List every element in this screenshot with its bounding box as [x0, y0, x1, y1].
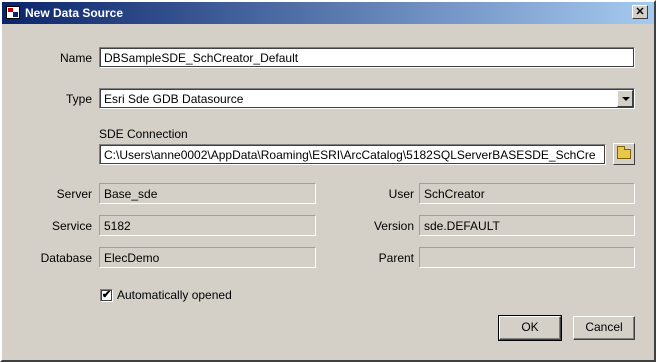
cancel-button[interactable]: Cancel	[573, 316, 635, 340]
name-input[interactable]: DBSampleSDE_SchCreator_Default	[99, 47, 635, 68]
database-label: Database	[40, 251, 92, 265]
service-label: Service	[51, 219, 92, 233]
new-data-source-dialog: New Data Source ✕ Name DBSampleSDE_SchCr…	[0, 0, 656, 362]
service-field: 5182	[99, 215, 316, 236]
app-icon	[6, 6, 20, 19]
sde-connection-label: SDE Connection	[99, 127, 188, 141]
type-select-value: Esri Sde GDB Datasource	[104, 92, 244, 106]
server-label: Server	[56, 187, 92, 201]
version-field: sde.DEFAULT	[419, 215, 635, 236]
name-label: Name	[59, 51, 92, 65]
automatically-opened-label: Automatically opened	[117, 288, 232, 302]
parent-label: Parent	[378, 251, 414, 265]
chevron-down-icon[interactable]	[617, 90, 633, 107]
sde-connection-input[interactable]: C:\Users\anne0002\AppData\Roaming\ESRI\A…	[99, 144, 606, 165]
type-label: Type	[65, 92, 92, 106]
type-select[interactable]: Esri Sde GDB Datasource	[99, 88, 635, 109]
automatically-opened-checkbox[interactable]: ✔	[100, 289, 113, 302]
browse-button[interactable]	[613, 143, 635, 165]
database-field: ElecDemo	[99, 247, 316, 268]
window-title: New Data Source	[25, 6, 124, 20]
ok-button[interactable]: OK	[498, 315, 562, 341]
server-field: Base_sde	[99, 183, 316, 204]
user-label: User	[388, 187, 414, 201]
title-bar[interactable]: New Data Source ✕	[2, 2, 654, 24]
user-field: SchCreator	[419, 183, 635, 204]
folder-open-icon	[617, 146, 631, 159]
parent-field	[419, 247, 635, 268]
close-button[interactable]: ✕	[632, 5, 648, 19]
version-label: Version	[373, 219, 414, 233]
